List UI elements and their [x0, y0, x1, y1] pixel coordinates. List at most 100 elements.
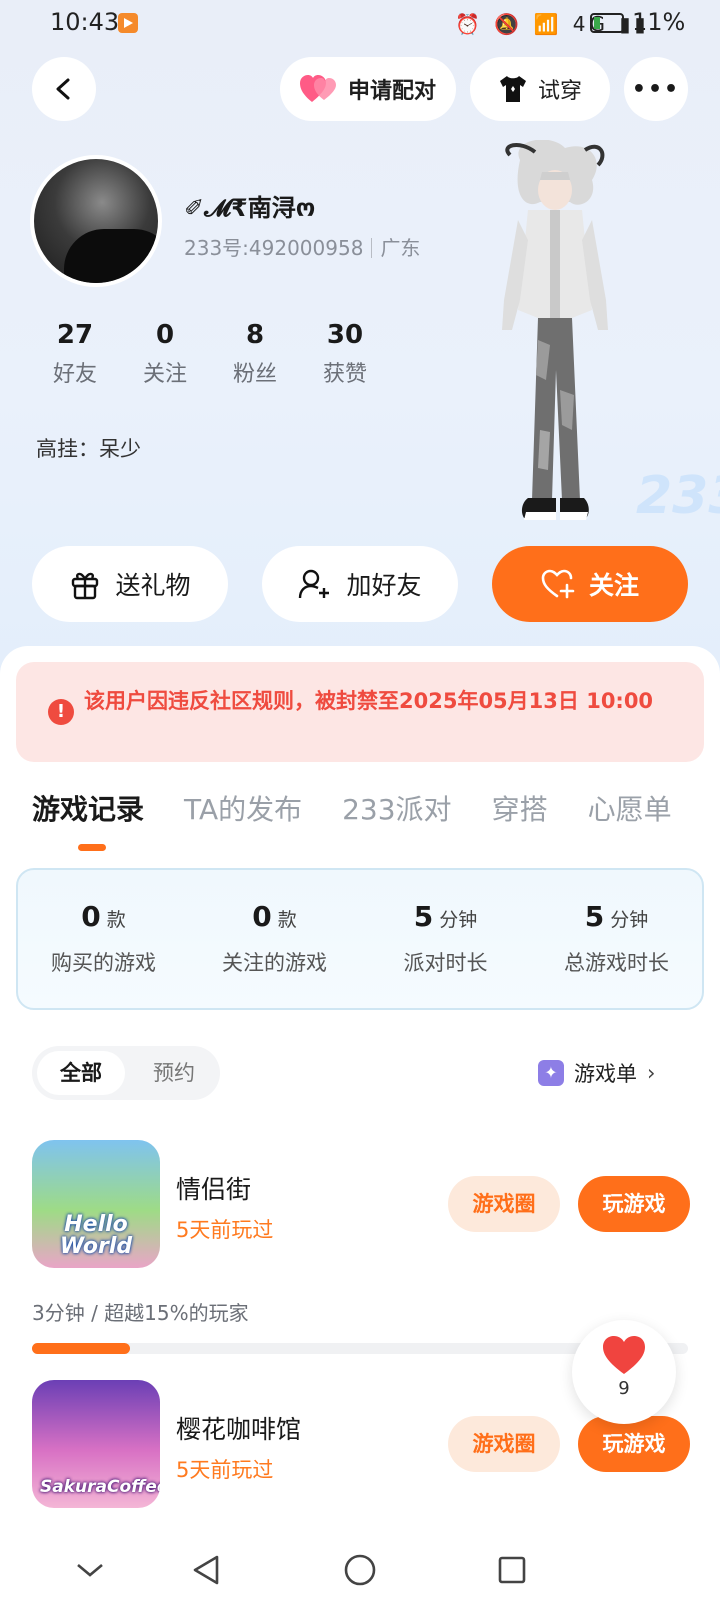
game-last-played: 5天前玩过 [176, 1458, 274, 1482]
tab-game-records[interactable]: 游戏记录 [32, 788, 144, 828]
game-title[interactable]: 情侣街 [176, 1170, 251, 1206]
send-gift-label: 送礼物 [115, 571, 191, 600]
chevron-right-icon: › [647, 1061, 656, 1085]
list-item: Hello World 情侣街 5天前玩过 游戏圈 玩游戏 [32, 1140, 690, 1270]
summary-unit: 分钟 [610, 909, 649, 931]
profile-tabs: 游戏记录 TA的发布 233派对 穿搭 心愿单 [32, 788, 712, 828]
divider [371, 238, 373, 258]
summary-unit: 分钟 [439, 909, 478, 931]
nav-recents-button[interactable] [492, 1550, 532, 1590]
tab-posts[interactable]: TA的发布 [184, 788, 302, 828]
avatar[interactable] [30, 155, 162, 287]
summary-followed: 0款 关注的游戏 [189, 870, 360, 1008]
user-id: 233号:492000958 [184, 236, 364, 260]
filter-reserved[interactable]: 预约 [130, 1051, 218, 1095]
tab-outfits[interactable]: 穿搭 [492, 788, 548, 828]
tab-wishlist[interactable]: 心愿单 [588, 788, 672, 828]
user-region: 广东 [380, 236, 421, 260]
summary-value: 0 [81, 900, 101, 933]
try-on-button[interactable]: 试穿 [470, 57, 610, 121]
follow-label: 关注 [588, 571, 639, 600]
game-thumbnail[interactable]: SakuraCoffee [32, 1380, 160, 1508]
user-id-line: 233号:492000958 广东 [184, 232, 420, 261]
stat-fans[interactable]: 8 粉丝 [210, 320, 300, 388]
system-navigation-bar [0, 1540, 720, 1600]
summary-total-time: 5 分钟 总游戏时长 [531, 870, 702, 1008]
summary-value: 0 [252, 900, 272, 933]
chevron-down-icon [77, 1564, 103, 1577]
back-button[interactable] [32, 57, 96, 121]
stat-label: 获赞 [322, 362, 367, 387]
summary-unit: 款 [277, 909, 297, 931]
summary-label: 关注的游戏 [222, 951, 327, 975]
stat-label: 关注 [142, 362, 187, 387]
playtime-text: 3分钟 / 超越15%的玩家 [32, 1301, 249, 1325]
square-recents-icon [498, 1556, 526, 1584]
stat-value: 0 [155, 320, 175, 350]
stat-value: 8 [245, 320, 265, 350]
game-logo-text: Hello World [59, 1212, 133, 1259]
play-game-button[interactable]: 玩游戏 [578, 1416, 690, 1472]
tab-party[interactable]: 233派对 [342, 788, 451, 828]
gift-icon [69, 568, 101, 600]
heart-icon [603, 1336, 645, 1374]
like-count: 9 [618, 1378, 630, 1399]
progress-fill [32, 1343, 131, 1354]
follow-button[interactable]: 关注 [492, 546, 688, 622]
summary-label: 派对时长 [403, 951, 488, 975]
summary-unit: 款 [106, 909, 126, 931]
floating-like-button[interactable]: 9 [572, 1320, 676, 1424]
stat-label: 粉丝 [232, 362, 277, 387]
game-circle-button[interactable]: 游戏圈 [448, 1416, 560, 1472]
stat-friends[interactable]: 27 好友 [30, 320, 120, 388]
nav-collapse-button[interactable] [70, 1550, 110, 1590]
status-time: 10:43 [50, 8, 120, 36]
profile-stats: 27 好友 0 关注 8 粉丝 30 获赞 [30, 320, 390, 388]
alert-icon: ! [48, 699, 74, 725]
badge-233: 233 [636, 466, 720, 526]
summary-label: 总游戏时长 [564, 951, 669, 975]
more-options-button[interactable]: ••• [624, 57, 688, 121]
triangle-back-icon [193, 1555, 219, 1585]
ban-notice-text: 该用户因违反社区规则，被封禁至2025年05月13日 10:00 [84, 689, 654, 713]
sparkle-icon: ✦ [538, 1060, 564, 1086]
request-pair-label: 申请配对 [347, 79, 436, 104]
tshirt-icon [498, 75, 528, 103]
stat-likes[interactable]: 30 获赞 [300, 320, 390, 388]
request-pair-button[interactable]: 申请配对 [280, 57, 456, 121]
stat-label: 好友 [52, 362, 97, 387]
app-notification-icon [118, 13, 138, 33]
summary-value: 5 [413, 900, 434, 933]
send-gift-button[interactable]: 送礼物 [32, 546, 228, 622]
avatar-character-image[interactable] [480, 140, 630, 540]
battery-icon [590, 13, 624, 33]
user-status-text: 高挂：呆少 [36, 437, 141, 461]
nav-home-button[interactable] [340, 1550, 380, 1590]
username: ✐𝓜₹南浔ო [184, 194, 316, 222]
game-list-link[interactable]: ✦ 游戏单 › [538, 1058, 655, 1088]
back-arrow-icon [56, 78, 70, 100]
stat-following[interactable]: 0 关注 [120, 320, 210, 388]
game-thumbnail[interactable]: Hello World [32, 1140, 160, 1268]
summary-party-time: 5 分钟 派对时长 [360, 870, 531, 1008]
add-friend-button[interactable]: 加好友 [262, 546, 458, 622]
status-bar: 10:43 ⏰ 🔕 📶 4G ▮▮ 11% [0, 0, 720, 48]
play-game-button[interactable]: 玩游戏 [578, 1176, 690, 1232]
summary-purchased: 0款 购买的游戏 [18, 870, 189, 1008]
nav-back-button[interactable] [186, 1550, 226, 1590]
pair-hearts-icon [299, 74, 338, 104]
more-dots-icon: ••• [631, 76, 681, 102]
active-tab-indicator [78, 844, 106, 851]
game-filter-toggle: 全部 预约 [32, 1046, 220, 1100]
circle-home-icon [344, 1554, 376, 1586]
stat-value: 27 [56, 320, 94, 350]
stat-value: 30 [326, 320, 364, 350]
game-summary-card: 0款 购买的游戏 0款 关注的游戏 5 分钟 派对时长 5 分钟 总游戏时长 [16, 868, 704, 1010]
filter-all[interactable]: 全部 [37, 1051, 125, 1095]
add-friend-label: 加好友 [346, 571, 422, 600]
heart-plus-icon [541, 569, 575, 599]
game-title[interactable]: 樱花咖啡馆 [176, 1410, 301, 1446]
game-circle-button[interactable]: 游戏圈 [448, 1176, 560, 1232]
game-logo-text: SakuraCoffee [40, 1477, 160, 1497]
add-user-icon [298, 568, 332, 600]
